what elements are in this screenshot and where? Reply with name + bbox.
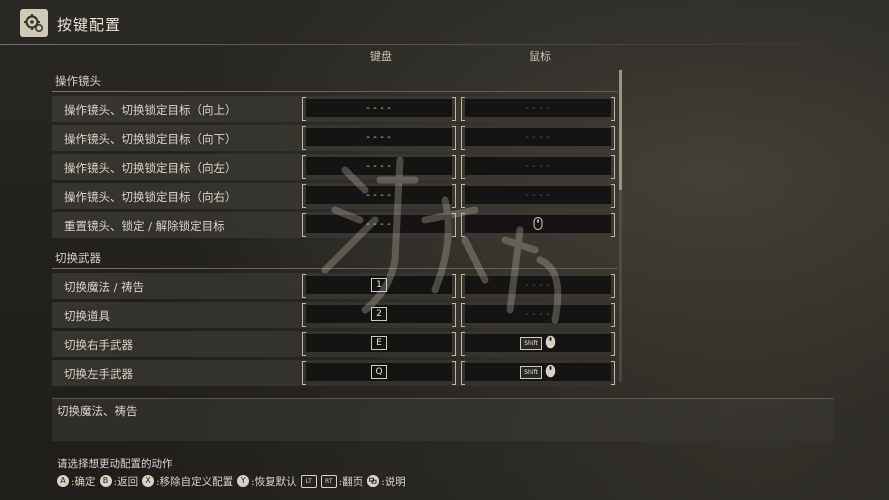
binding-label: 切换右手武器	[64, 338, 133, 352]
back-control[interactable]: B :返回	[99, 474, 139, 489]
description-panel: 切换魔法、祷告	[52, 398, 834, 441]
keyboard-slot[interactable]: 1	[302, 274, 456, 298]
binding-label: 重置镜头、锁定 / 解除锁定目标	[64, 219, 225, 233]
mouse-middle-icon	[533, 215, 543, 234]
keyboard-slot[interactable]: E	[302, 332, 456, 356]
mouse-slot[interactable]	[461, 213, 615, 237]
control-label: :说明	[381, 475, 406, 488]
a-button-icon: A	[57, 475, 69, 487]
section-divider	[52, 268, 618, 269]
key-value: 2	[371, 307, 387, 321]
restore-default-control[interactable]: Y :恢复默认	[237, 474, 297, 489]
control-label: :恢复默认	[251, 475, 297, 488]
binding-row-switch-item[interactable]: 切换道具 2 ----	[52, 302, 618, 328]
keyboard-slot[interactable]: ----	[302, 97, 456, 121]
column-header-keyboard: 键盘	[370, 50, 392, 63]
control-label: :翻页	[338, 475, 364, 488]
confirm-control[interactable]: A :确定	[57, 474, 96, 489]
modifier-key: Shift	[520, 336, 542, 350]
mouse-value: ----	[523, 102, 553, 114]
mouse-slot[interactable]: Shift	[461, 332, 615, 356]
help-control[interactable]: :说明	[367, 474, 406, 489]
section-header-camera: 操作镜头	[52, 66, 618, 92]
control-label: :返回	[113, 475, 139, 488]
section-label: 切换武器	[55, 251, 101, 265]
binding-row-switch-spell[interactable]: 切换魔法 / 祷告 1 ----	[52, 273, 618, 299]
section-label: 操作镜头	[55, 74, 101, 88]
key-value: 1	[371, 278, 387, 292]
binding-row-switch-right-weapon[interactable]: 切换右手武器 E Shift	[52, 331, 618, 357]
hint-text: 请选择想更动配置的动作	[57, 458, 173, 470]
key-value: Q	[371, 365, 387, 379]
remove-custom-control[interactable]: X :移除自定义配置	[142, 474, 233, 489]
mouse-slot[interactable]: ----	[461, 274, 615, 298]
key-value: ----	[364, 102, 394, 114]
keyboard-slot[interactable]: 2	[302, 303, 456, 327]
binding-label: 操作镜头、切换锁定目标（向上）	[64, 103, 237, 117]
mouse-wheel-icon	[545, 363, 556, 382]
binding-label: 操作镜头、切换锁定目标（向左）	[64, 161, 237, 175]
lt-button-icon: LT	[300, 474, 317, 488]
binding-row-camera-down[interactable]: 操作镜头、切换锁定目标（向下） ---- ----	[52, 125, 618, 151]
mouse-value: ----	[523, 189, 553, 201]
b-button-icon: B	[99, 475, 112, 487]
y-button-icon: Y	[237, 475, 250, 487]
binding-label: 切换魔法 / 祷告	[64, 280, 145, 294]
key-value: ----	[364, 218, 394, 230]
binding-row-camera-reset[interactable]: 重置镜头、锁定 / 解除锁定目标 ----	[52, 212, 618, 238]
keyboard-slot[interactable]: ----	[302, 213, 456, 237]
mouse-slot[interactable]: ----	[461, 97, 615, 121]
control-label: :确定	[71, 475, 96, 488]
mouse-slot[interactable]: ----	[461, 303, 615, 327]
view-button-icon	[367, 475, 380, 487]
mouse-value: ----	[523, 160, 553, 172]
binding-row-camera-left[interactable]: 操作镜头、切换锁定目标（向左） ---- ----	[52, 154, 618, 180]
header: 按键配置	[0, 0, 889, 44]
binding-label: 操作镜头、切换锁定目标（向下）	[64, 132, 237, 146]
mouse-slot[interactable]: Shift	[461, 361, 615, 385]
keyboard-slot[interactable]: Q	[302, 361, 456, 385]
keybinding-list: 操作镜头 操作镜头、切换锁定目标（向上） ---- ---- 操作镜头、切换锁定…	[52, 66, 618, 386]
binding-label: 切换左手武器	[64, 367, 133, 381]
rt-button-icon: RT	[320, 474, 337, 488]
page-left-control[interactable]: LT	[300, 474, 319, 488]
key-value: E	[371, 336, 387, 350]
binding-row-switch-left-weapon[interactable]: 切换左手武器 Q Shift	[52, 360, 618, 386]
section-divider	[52, 91, 618, 92]
control-hints: A :确定 B :返回 X :移除自定义配置 Y :恢复默认 LT RT :翻页…	[57, 473, 410, 489]
binding-row-camera-up[interactable]: 操作镜头、切换锁定目标（向上） ---- ----	[52, 96, 618, 122]
mouse-slot[interactable]: ----	[461, 155, 615, 179]
section-header-weapons: 切换武器	[52, 243, 618, 269]
x-button-icon: X	[142, 475, 155, 487]
control-label: :移除自定义配置	[156, 475, 234, 488]
binding-label: 操作镜头、切换锁定目标（向右）	[64, 190, 237, 204]
scrollbar-thumb[interactable]	[619, 70, 622, 190]
gear-icon	[20, 9, 48, 37]
mouse-value: ----	[523, 279, 553, 291]
keyboard-slot[interactable]: ----	[302, 155, 456, 179]
header-divider	[0, 44, 889, 45]
key-value: ----	[364, 131, 394, 143]
key-value: ----	[364, 160, 394, 172]
column-header-mouse: 鼠标	[529, 50, 551, 63]
modifier-key: Shift	[520, 365, 542, 379]
mouse-slot[interactable]: ----	[461, 184, 615, 208]
binding-row-camera-right[interactable]: 操作镜头、切换锁定目标（向右） ---- ----	[52, 183, 618, 209]
page-right-control[interactable]: RT :翻页	[320, 474, 364, 489]
mouse-value: ----	[523, 308, 553, 320]
binding-label: 切换道具	[64, 309, 110, 323]
key-value: ----	[364, 189, 394, 201]
mouse-slot[interactable]: ----	[461, 126, 615, 150]
page-title: 按键配置	[57, 16, 122, 34]
keyboard-slot[interactable]: ----	[302, 184, 456, 208]
keyboard-slot[interactable]: ----	[302, 126, 456, 150]
mouse-wheel-icon	[545, 334, 556, 353]
scrollbar[interactable]	[619, 70, 622, 382]
description-text: 切换魔法、祷告	[57, 404, 138, 418]
mouse-value: ----	[523, 131, 553, 143]
